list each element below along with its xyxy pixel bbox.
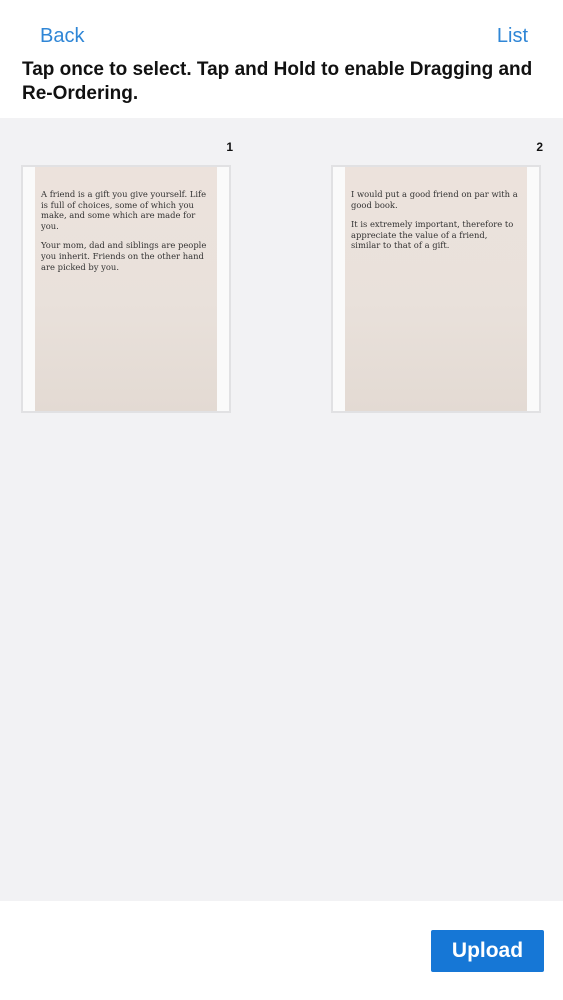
upload-button[interactable]: Upload [431, 930, 544, 972]
header: Back List Tap once to select. Tap and Ho… [0, 0, 563, 118]
page-paragraph: I would put a good friend on par with a … [351, 189, 518, 210]
page-grid: 1 A friend is a gift you give yourself. … [0, 118, 563, 901]
scanned-page: A friend is a gift you give yourself. Li… [35, 167, 217, 411]
footer: Upload [0, 901, 563, 1000]
page-paragraph: A friend is a gift you give yourself. Li… [41, 189, 207, 231]
page-thumbnail[interactable]: I would put a good friend on par with a … [331, 165, 541, 413]
instruction-text: Tap once to select. Tap and Hold to enab… [22, 59, 533, 104]
page-thumbnail[interactable]: A friend is a gift you give yourself. Li… [21, 165, 231, 413]
back-button[interactable]: Back [40, 24, 84, 48]
app-root: Back List Tap once to select. Tap and Ho… [0, 0, 563, 1000]
page-number: 2 [536, 140, 543, 154]
page-paragraph: It is extremely important, therefore to … [351, 219, 514, 251]
list-button[interactable]: List [497, 24, 528, 48]
scanned-page: I would put a good friend on par with a … [345, 167, 527, 411]
page-paragraph: Your mom, dad and siblings are people yo… [41, 240, 207, 272]
page-number: 1 [226, 140, 233, 154]
